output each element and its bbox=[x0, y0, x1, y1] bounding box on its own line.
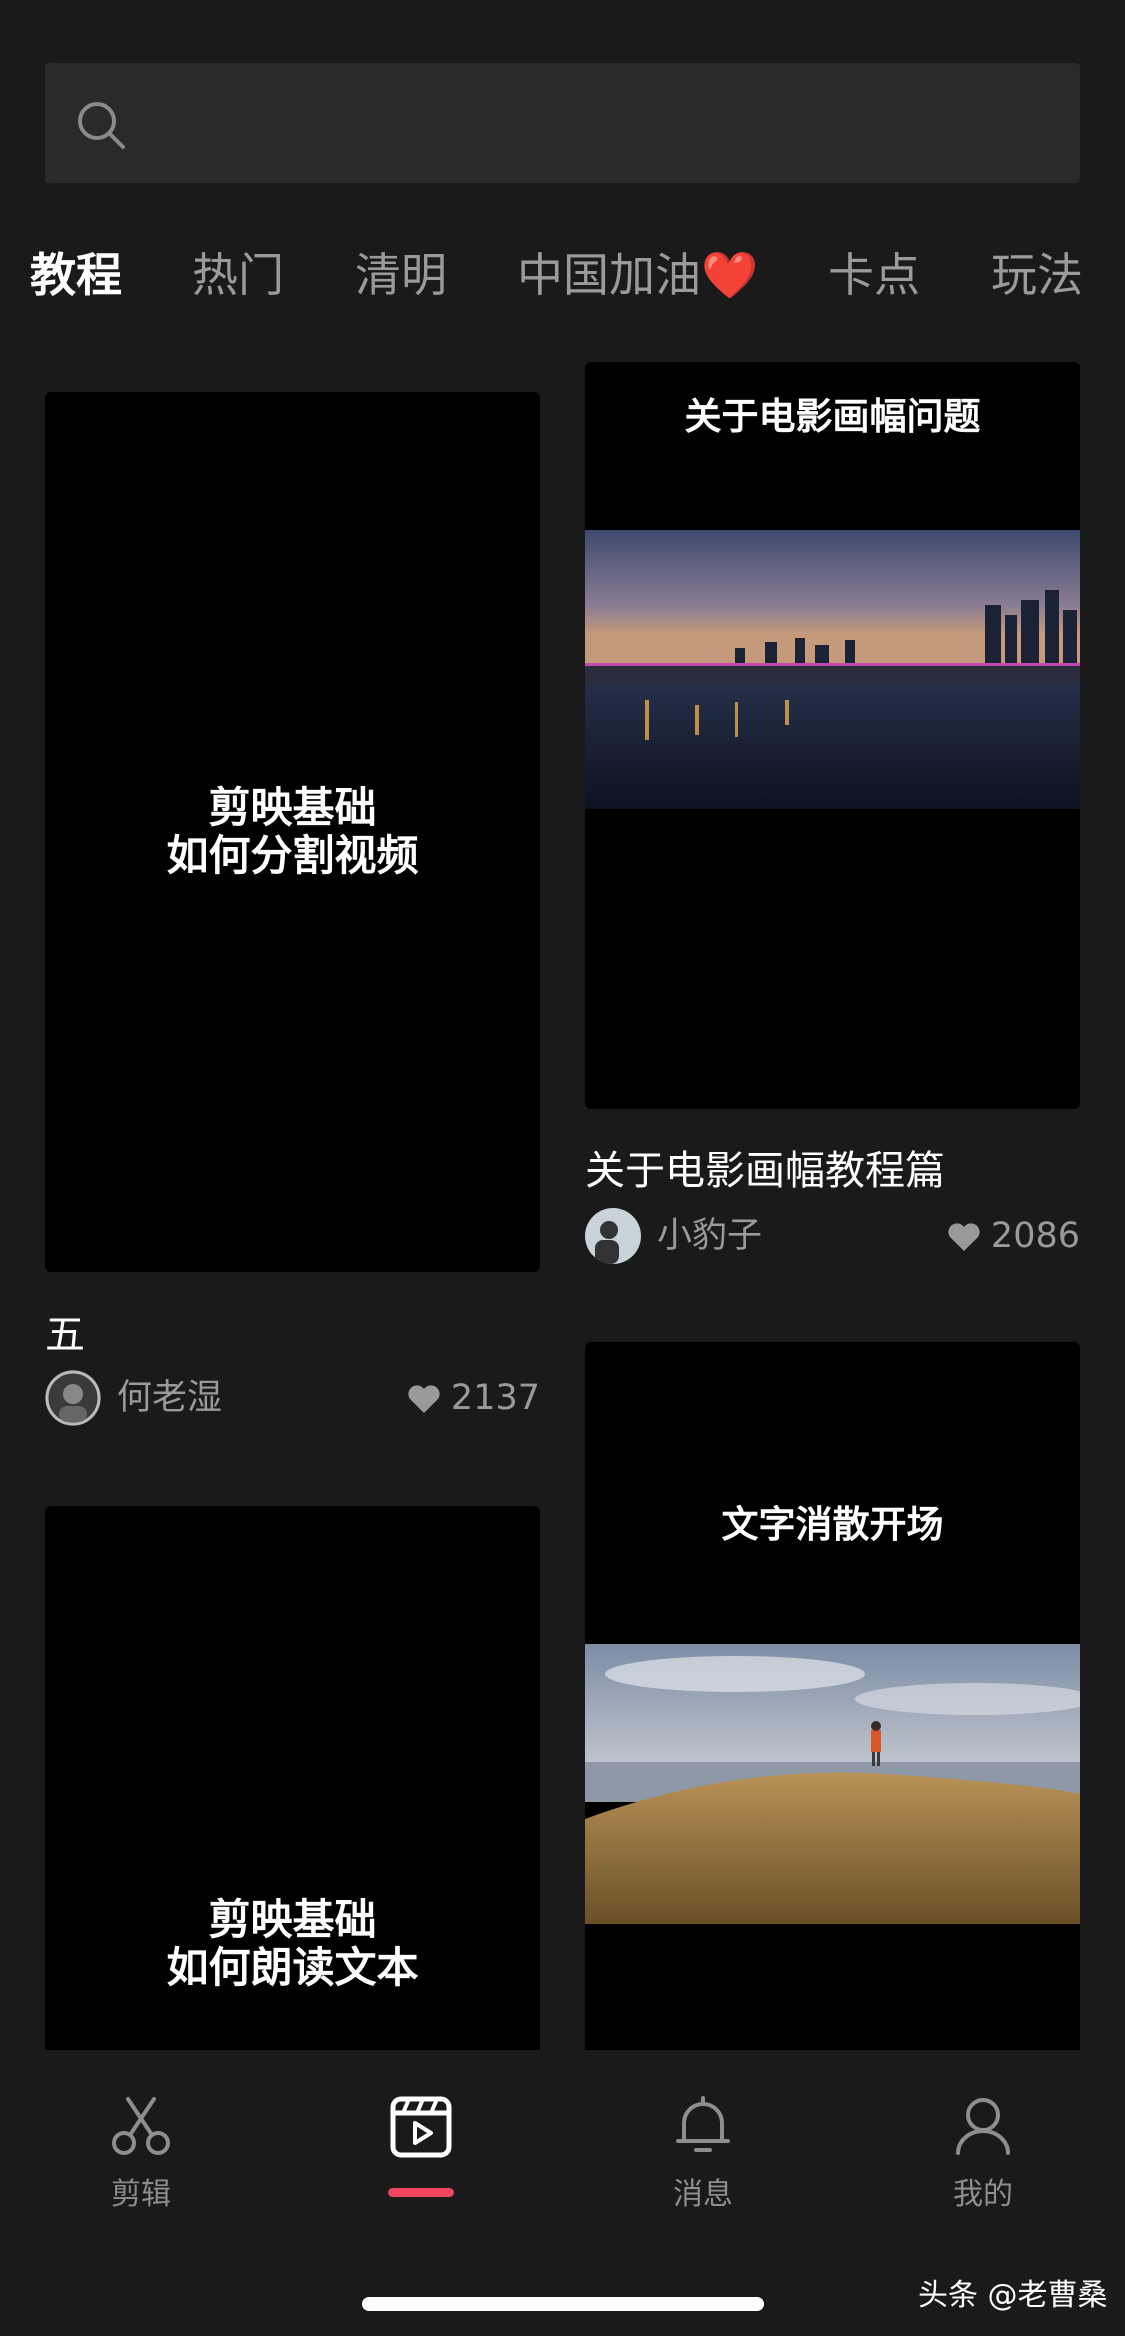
video-card-thumbnail[interactable]: 文字消散开场 bbox=[585, 1342, 1080, 2066]
category-tabs: 教程 热门 清明 中国加油❤️ 卡点 玩法 bbox=[0, 240, 1125, 310]
author-name[interactable]: 何老湿 bbox=[117, 1370, 222, 1426]
tab-hot[interactable]: 热门 bbox=[192, 240, 284, 310]
heart-icon bbox=[948, 1223, 980, 1251]
active-tab-indicator bbox=[388, 2188, 454, 2197]
city-skyline-image bbox=[585, 530, 1080, 809]
video-card-thumbnail[interactable]: 关于电影画幅问题 bbox=[585, 362, 1080, 1109]
like-count[interactable]: 2137 bbox=[407, 1370, 540, 1426]
thumbnail-banner: 关于电影画幅问题 bbox=[684, 395, 981, 438]
user-icon bbox=[956, 2098, 1010, 2155]
nav-label: 剪辑 bbox=[111, 2177, 171, 2212]
nav-messages[interactable]: 消息 bbox=[633, 2095, 773, 2213]
thumbnail-text: 剪映基础 如何朗读文本 bbox=[166, 1895, 419, 1992]
like-count[interactable]: 2086 bbox=[947, 1208, 1080, 1264]
home-indicator bbox=[362, 2297, 764, 2311]
tab-qingming[interactable]: 清明 bbox=[355, 240, 447, 310]
search-icon bbox=[78, 102, 125, 149]
template-play-icon bbox=[390, 2096, 452, 2158]
thumbnail-text: 剪映基础 如何分割视频 bbox=[166, 783, 419, 880]
tab-china-cheer[interactable]: 中国加油❤️ bbox=[517, 240, 758, 310]
thumbnail-banner: 文字消散开场 bbox=[721, 1503, 944, 1546]
scissors-icon bbox=[112, 2097, 170, 2155]
nav-label: 消息 bbox=[673, 2177, 733, 2212]
avatar[interactable] bbox=[45, 1370, 101, 1426]
search-input[interactable] bbox=[45, 63, 1080, 183]
watermark: 头条 @老曹桑 bbox=[918, 2278, 1108, 2313]
nav-profile[interactable]: 我的 bbox=[913, 2095, 1053, 2213]
video-card-thumbnail[interactable]: 剪映基础 如何朗读文本 bbox=[45, 1506, 540, 2066]
nav-label: 我的 bbox=[953, 2177, 1013, 2212]
hill-landscape-image bbox=[585, 1644, 1080, 1924]
author-name[interactable]: 小豹子 bbox=[657, 1208, 762, 1264]
bell-icon bbox=[676, 2096, 730, 2152]
heart-icon bbox=[408, 1385, 440, 1413]
nav-template[interactable] bbox=[351, 2095, 491, 2171]
video-title[interactable]: 五 bbox=[45, 1302, 85, 1360]
video-title[interactable]: 关于电影画幅教程篇 bbox=[585, 1138, 945, 1196]
video-card-thumbnail[interactable]: 剪映基础 如何分割视频 bbox=[45, 392, 540, 1272]
nav-edit[interactable]: 剪辑 bbox=[71, 2095, 211, 2213]
video-meta: 何老湿 2137 bbox=[45, 1370, 540, 1426]
tab-beat[interactable]: 卡点 bbox=[828, 240, 920, 310]
tab-play[interactable]: 玩法 bbox=[991, 240, 1083, 310]
avatar[interactable] bbox=[585, 1208, 641, 1264]
tab-tutorial[interactable]: 教程 bbox=[30, 240, 122, 310]
video-meta: 小豹子 2086 bbox=[585, 1208, 1080, 1264]
